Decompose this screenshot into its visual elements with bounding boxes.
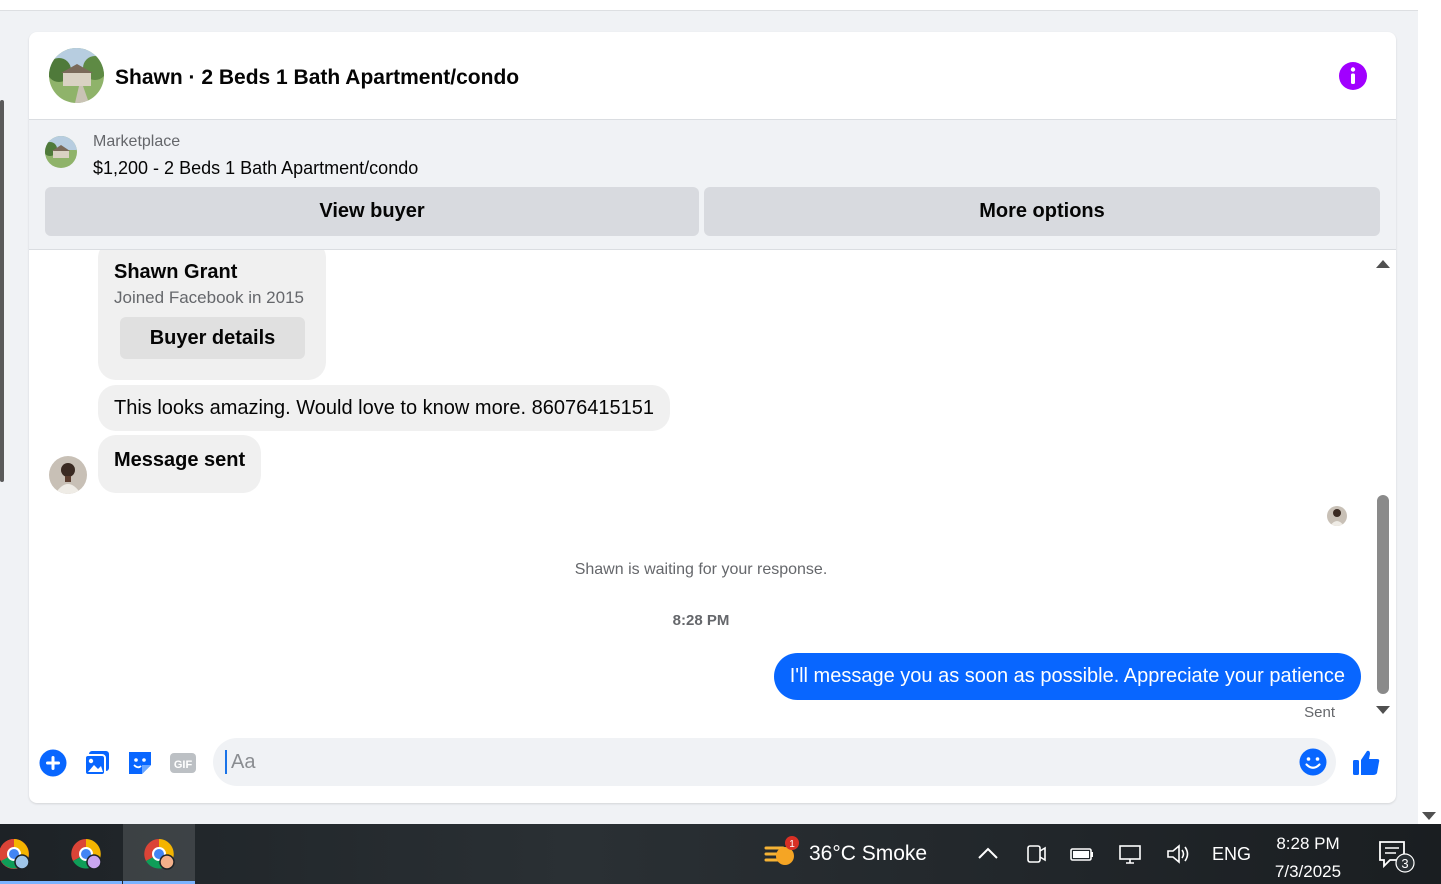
more-options-button[interactable]: More options — [704, 187, 1380, 236]
chevron-up-icon[interactable] — [975, 841, 1001, 867]
gif-icon[interactable]: GIF — [168, 748, 198, 778]
message-scrollbar[interactable] — [1373, 258, 1393, 724]
incoming-message[interactable]: Message sent — [98, 435, 262, 493]
view-buyer-button[interactable]: View buyer — [45, 187, 699, 236]
message-input[interactable] — [225, 750, 1285, 774]
emoji-icon[interactable] — [1298, 747, 1328, 777]
sender-avatar[interactable] — [49, 456, 87, 494]
buyer-joined: Joined Facebook in 2015 — [114, 288, 304, 307]
scroll-up-arrow[interactable] — [1376, 260, 1390, 268]
system-clock[interactable]: 8:28 PM 7/3/2025 — [1262, 830, 1354, 884]
chat-header: Shawn · 2 Beds 1 Bath Apartment/condo — [29, 32, 1396, 120]
page-scrollbar[interactable] — [1418, 0, 1441, 824]
info-icon[interactable] — [1338, 61, 1368, 91]
sticker-icon[interactable] — [125, 748, 155, 778]
page-scroll-down-arrow[interactable] — [1422, 812, 1436, 820]
clock-date: 7/3/2025 — [1274, 862, 1342, 881]
weather-widget[interactable]: 1 36°C Smoke — [763, 834, 927, 874]
listing-avatar[interactable] — [49, 48, 104, 103]
clock-time: 8:28 PM — [1276, 834, 1340, 853]
left-edge-scrollbar[interactable] — [0, 100, 4, 482]
message-status: Sent — [1304, 704, 1335, 721]
incoming-message[interactable]: This looks amazing. Would love to know m… — [98, 385, 670, 431]
photo-icon[interactable] — [82, 748, 112, 778]
buyer-name: Shawn Grant — [114, 261, 238, 283]
battery-icon[interactable] — [1069, 841, 1095, 867]
buyer-profile-card: Shawn Grant Joined Facebook in 2015 Buye… — [98, 250, 326, 380]
listing-thumbnail[interactable] — [45, 136, 77, 168]
windows-taskbar: 1 36°C Smoke ENG 8:28 PM 7/3/2025 3 — [0, 824, 1441, 884]
message-list: Shawn Grant Joined Facebook in 2015 Buye… — [29, 250, 1396, 732]
taskbar-chrome-profile-2[interactable] — [50, 824, 122, 884]
conversation-title[interactable]: Shawn · 2 Beds 1 Bath Apartment/condo — [115, 66, 519, 90]
marketplace-listing-banner: Marketplace $1,200 - 2 Beds 1 Bath Apart… — [29, 120, 1396, 250]
notification-icon[interactable]: 3 — [1376, 838, 1416, 874]
gif-label: GIF — [174, 759, 193, 771]
thumbs-up-icon[interactable] — [1351, 748, 1381, 778]
input-language[interactable]: ENG — [1212, 844, 1251, 865]
buyer-details-button[interactable]: Buyer details — [120, 317, 305, 359]
waiting-note: Shawn is waiting for your response. — [574, 561, 828, 578]
scroll-down-arrow[interactable] — [1376, 706, 1390, 714]
network-icon[interactable] — [1117, 841, 1143, 867]
add-circle-icon[interactable] — [38, 748, 68, 778]
message-input-wrap[interactable] — [213, 738, 1336, 786]
seen-receipt-avatar — [1327, 506, 1347, 526]
weather-text: 36°C Smoke — [809, 842, 928, 865]
meet-now-icon[interactable] — [1023, 841, 1049, 867]
weather-badge: 1 — [789, 839, 795, 850]
taskbar-chrome-profile-3[interactable] — [123, 824, 195, 884]
listing-price-title[interactable]: $1,200 - 2 Beds 1 Bath Apartment/condo — [93, 158, 418, 179]
volume-icon[interactable] — [1165, 841, 1191, 867]
message-timestamp: 8:28 PM — [672, 612, 730, 629]
notification-count: 3 — [1401, 856, 1408, 871]
outgoing-message[interactable]: I'll message you as soon as possible. Ap… — [773, 653, 1361, 700]
message-composer: GIF — [29, 732, 1396, 803]
chat-window: Shawn · 2 Beds 1 Bath Apartment/condo Ma… — [29, 32, 1396, 803]
smoke-weather-icon: 1 — [764, 836, 799, 865]
listing-source: Marketplace — [93, 133, 181, 150]
scroll-thumb[interactable] — [1377, 495, 1389, 694]
taskbar-chrome-profile-1[interactable] — [0, 824, 50, 884]
browser-top-bar — [0, 0, 1418, 11]
